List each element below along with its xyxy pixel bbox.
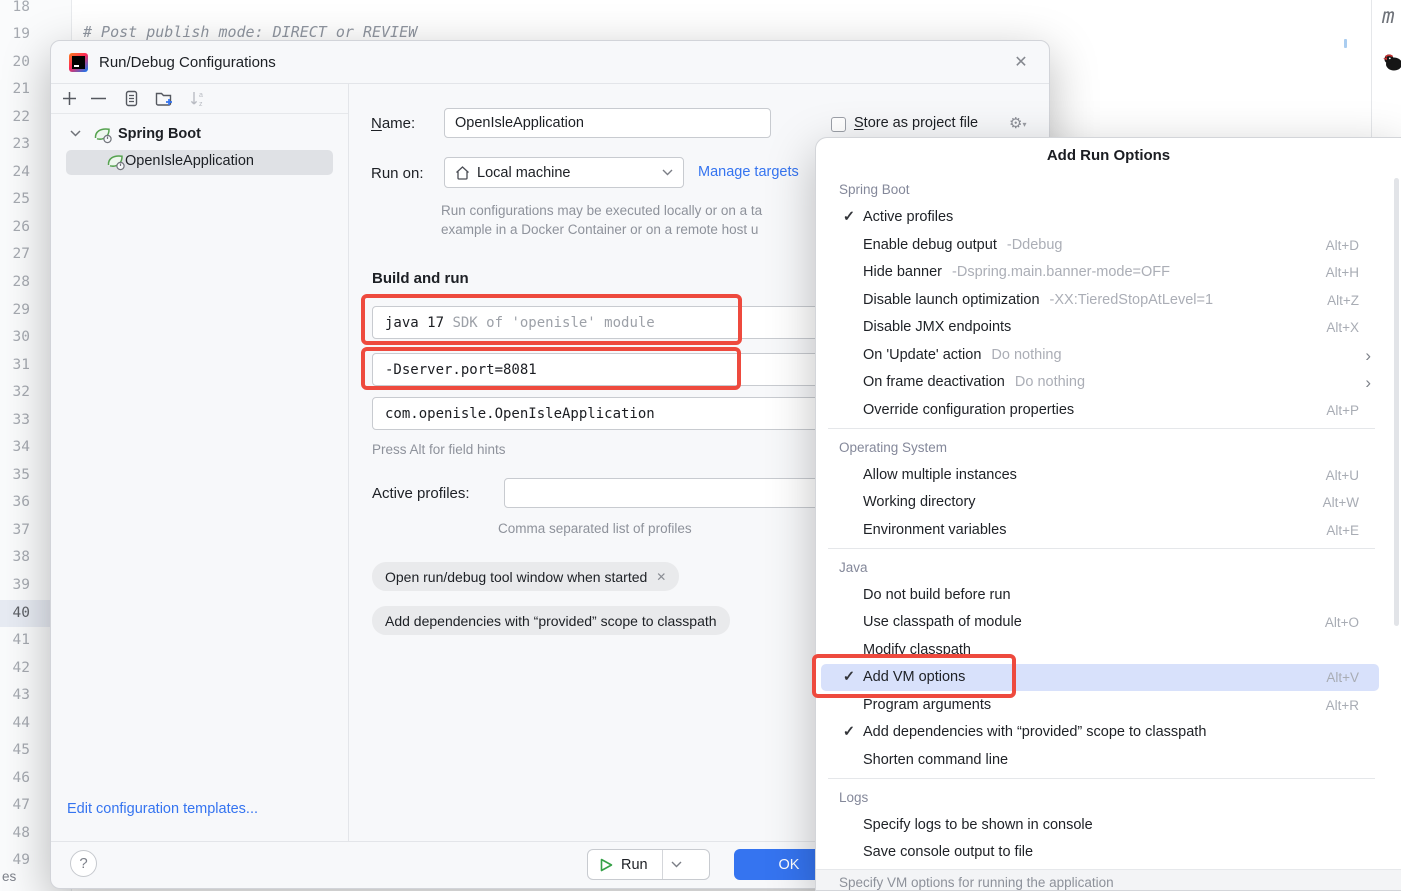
menu-item-override-configuration-properties[interactable]: Override configuration properties Alt+P: [816, 397, 1401, 424]
menu-item-shorten-command-line[interactable]: Shorten command line: [816, 747, 1401, 774]
scrollbar-error-stripe-mark: [1344, 39, 1347, 48]
line-number: 18: [0, 0, 72, 21]
tag-open-tool-window[interactable]: Open run/debug tool window when started …: [372, 562, 679, 591]
build-and-run-heading: Build and run: [372, 270, 469, 287]
home-icon: [455, 166, 470, 180]
dialog-title: Run/Debug Configurations: [99, 54, 276, 71]
store-as-project-file-checkbox[interactable]: [831, 117, 846, 132]
run-on-value: Local machine: [477, 165, 571, 181]
tree-group-label: Spring Boot: [118, 126, 201, 142]
copy-configuration-button[interactable]: [123, 90, 140, 107]
help-button[interactable]: ?: [70, 850, 97, 877]
panel-divider: [348, 84, 349, 841]
run-on-label: Run on:: [371, 165, 424, 182]
menu-item-do-not-build-before-run[interactable]: Do not build before run: [816, 582, 1401, 609]
run-on-help-line2: example in a Docker Container or on a re…: [441, 222, 758, 237]
field-hint-text: Press Alt for field hints: [372, 442, 506, 457]
popup-scrollbar[interactable]: [1394, 178, 1399, 626]
menu-divider: [828, 428, 1375, 429]
menu-item-add-dependencies-provided[interactable]: ✓ Add dependencies with “provided” scope…: [816, 719, 1401, 746]
status-text-fragment: es: [2, 869, 16, 884]
dialog-titlebar: Run/Debug Configurations ✕: [51, 41, 1049, 84]
menu-item-allow-multiple-instances[interactable]: Allow multiple instances Alt+U: [816, 462, 1401, 489]
run-on-help-line1: Run configurations may be executed local…: [441, 203, 762, 218]
menu-item-on-frame-deactivation[interactable]: On frame deactivation Do nothing ›: [816, 369, 1401, 396]
remove-configuration-button[interactable]: [91, 97, 106, 100]
add-configuration-button[interactable]: [61, 90, 78, 107]
popup-title: Add Run Options: [816, 147, 1401, 164]
chevron-down-icon: [662, 169, 673, 176]
menu-divider: [828, 548, 1375, 549]
section-header-spring-boot: Spring Boot: [839, 178, 910, 202]
add-run-options-popup: Add Run Options Spring Boot ✓ Active pro…: [815, 137, 1401, 891]
new-folder-button[interactable]: [155, 90, 175, 107]
spring-boot-icon: [93, 125, 113, 145]
name-label: Name:: [371, 115, 415, 132]
active-profiles-label: Active profiles:: [372, 485, 470, 502]
annotation-rectangle-add-vm-options: [812, 654, 1016, 698]
menu-item-disable-jmx-endpoints[interactable]: Disable JMX endpoints Alt+X: [816, 314, 1401, 341]
run-button[interactable]: Run: [587, 849, 710, 880]
svg-text:a: a: [199, 92, 203, 99]
svg-text:z: z: [199, 101, 203, 108]
spring-boot-icon: [106, 152, 126, 172]
tree-toolbar: az: [51, 84, 348, 114]
edit-configuration-templates-link[interactable]: Edit configuration templates...: [67, 801, 258, 817]
menu-item-specify-logs[interactable]: Specify logs to be shown in console: [816, 812, 1401, 839]
menu-item-working-directory[interactable]: Working directory Alt+W: [816, 489, 1401, 516]
chevron-down-icon[interactable]: [70, 130, 81, 137]
menu-item-active-profiles[interactable]: ✓ Active profiles: [816, 204, 1401, 231]
submenu-arrow-icon: ›: [1365, 369, 1371, 396]
popup-status-bar: Specify VM options for running the appli…: [816, 869, 1401, 891]
menu-item-save-console-output[interactable]: Save console output to file: [816, 839, 1401, 866]
section-header-logs: Logs: [839, 786, 868, 810]
tree-item-selected[interactable]: OpenIsleApplication: [66, 150, 333, 175]
menu-item-use-classpath-of-module[interactable]: Use classpath of module Alt+O: [816, 609, 1401, 636]
menu-item-on-update-action[interactable]: On 'Update' action Do nothing ›: [816, 342, 1401, 369]
gear-icon[interactable]: ⚙▾: [1009, 114, 1026, 132]
annotation-rectangle-jdk-field: [361, 294, 742, 345]
profiles-hint-text: Comma separated list of profiles: [498, 521, 692, 536]
checkmark-icon: ✓: [840, 204, 858, 231]
code-comment-line: # Post publish mode: DIRECT or REVIEW: [83, 23, 417, 41]
bird-icon: [1383, 53, 1401, 71]
main-class-field[interactable]: com.openisle.OpenIsleApplication: [372, 397, 861, 430]
store-as-project-file-label: Store as project file: [854, 115, 978, 131]
close-icon[interactable]: ✕: [1009, 51, 1033, 75]
tree-item-label: OpenIsleApplication: [125, 153, 254, 169]
tag-add-dependencies[interactable]: Add dependencies with “provided” scope t…: [372, 606, 730, 635]
active-profiles-input[interactable]: [504, 478, 861, 508]
menu-item-enable-debug-output[interactable]: Enable debug output -Ddebug Alt+D: [816, 232, 1401, 259]
run-options-chevron-icon[interactable]: [671, 861, 682, 868]
name-input[interactable]: OpenIsleApplication: [444, 108, 771, 138]
menu-item-disable-launch-optimization[interactable]: Disable launch optimization -XX:TieredSt…: [816, 287, 1401, 314]
remove-tag-icon[interactable]: ✕: [656, 570, 666, 584]
play-icon: [600, 858, 613, 872]
section-header-java: Java: [839, 556, 868, 580]
menu-divider: [828, 778, 1375, 779]
checkmark-icon: ✓: [840, 719, 858, 746]
menu-item-hide-banner[interactable]: Hide banner -Dspring.main.banner-mode=OF…: [816, 259, 1401, 286]
annotation-rectangle-vm-options-field: [361, 347, 741, 390]
manage-targets-link[interactable]: Manage targets: [698, 164, 799, 180]
section-header-operating-system: Operating System: [839, 436, 947, 460]
code-text-fragment: m: [1382, 4, 1395, 28]
popup-status-text: Specify VM options for running the appli…: [839, 875, 1114, 890]
submenu-arrow-icon: ›: [1365, 342, 1371, 369]
intellij-logo-icon: [69, 53, 88, 72]
run-on-select[interactable]: Local machine: [444, 157, 684, 188]
menu-item-environment-variables[interactable]: Environment variables Alt+E: [816, 517, 1401, 544]
sort-alphabetically-icon[interactable]: az: [189, 90, 207, 108]
